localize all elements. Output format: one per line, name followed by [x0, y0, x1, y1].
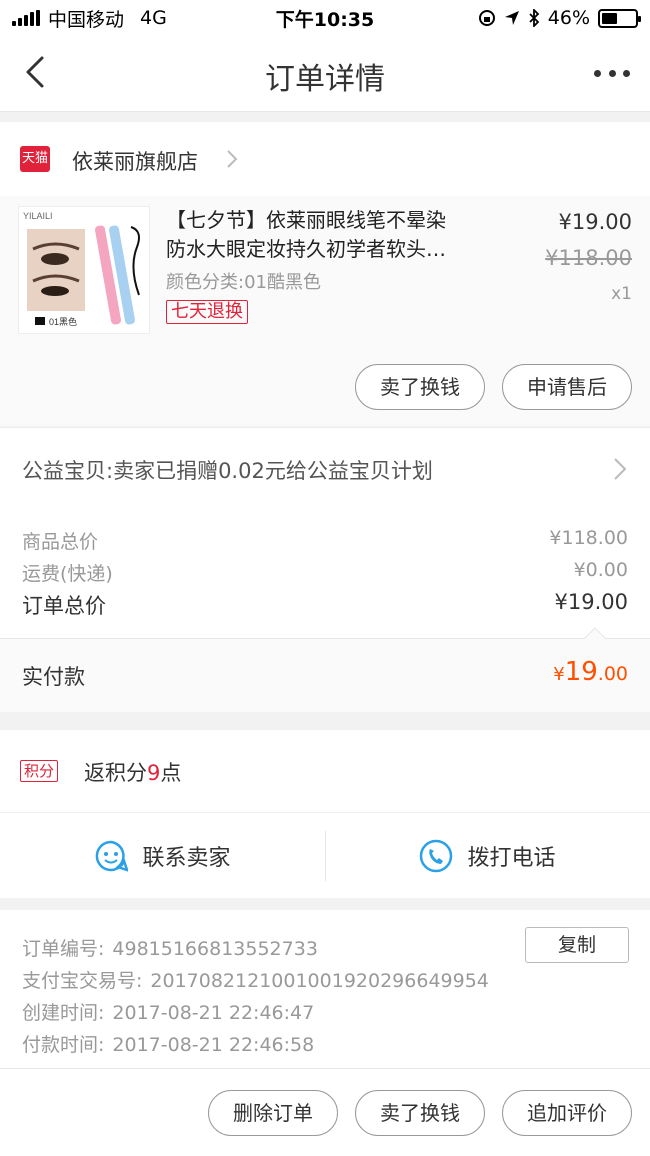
order-total-row: 订单总价 ¥19.00	[22, 590, 628, 620]
product-title-line-2: 防水大眼定妆持久初学者软头…	[166, 237, 446, 261]
shipping-value: ¥0.00	[573, 559, 628, 581]
status-bar: 中国移动 4G 下午10:35 46%	[0, 0, 650, 36]
paid-time: 2017-08-21 22:46:58	[112, 1034, 315, 1056]
shipping-row: 运费(快递) ¥0.00	[22, 559, 628, 586]
points-value: 9	[147, 761, 161, 785]
alipay-trade-number: 2017082121001001920296649954	[150, 970, 489, 992]
actual-payment-amount: ¥19.00	[553, 657, 628, 687]
product-quantity: x1	[611, 284, 632, 304]
product-title-line-1: 【七夕节】依莱丽眼线笔不晕染	[166, 208, 446, 232]
battery-percent: 46%	[547, 7, 590, 29]
phone-icon	[420, 839, 453, 873]
product-price: ¥19.00	[558, 210, 632, 234]
shop-header[interactable]: 天猫 依莱丽旗舰店	[0, 122, 650, 196]
contact-seller-button[interactable]: 联系卖家	[0, 813, 325, 899]
points-badge: 积分	[20, 760, 59, 782]
points-prefix: 返积分	[84, 761, 147, 785]
points-row: 积分 返积分9点	[0, 730, 650, 812]
created-time-label: 创建时间:	[22, 1002, 105, 1024]
charity-row[interactable]: 公益宝贝:卖家已捐赠0.02元给公益宝贝计划	[0, 427, 650, 511]
created-time: 2017-08-21 22:46:47	[112, 1002, 315, 1024]
actual-payment-label: 实付款	[22, 665, 85, 689]
bottom-action-bar: 删除订单 卖了换钱 追加评价	[0, 1068, 650, 1156]
sell-for-cash-bottom-button[interactable]: 卖了换钱	[355, 1090, 485, 1136]
original-price: ¥118.00	[545, 246, 632, 270]
contact-bar: 联系卖家 拨打电话	[0, 812, 650, 898]
points-suffix: 点	[160, 761, 182, 785]
call-phone-label: 拨打电话	[467, 846, 556, 871]
bluetooth-icon	[529, 9, 540, 27]
sell-for-cash-button[interactable]: 卖了换钱	[355, 364, 485, 410]
order-number: 49815166813552733	[112, 938, 318, 960]
amount-decimal: .00	[597, 663, 628, 685]
contact-seller-label: 联系卖家	[142, 846, 231, 871]
order-number-label: 订单编号:	[22, 938, 105, 960]
charity-text: 公益宝贝:卖家已捐赠0.02元给公益宝贝计划	[22, 459, 433, 483]
caret-up-icon	[584, 627, 606, 639]
chevron-right-icon	[614, 458, 627, 480]
shop-name[interactable]: 依莱丽旗舰店	[72, 146, 198, 176]
more-dots-icon[interactable]	[594, 58, 630, 88]
product-thumbnail[interactable]: YILAILI 01黑色	[18, 206, 150, 334]
shipping-label: 运费(快递)	[22, 563, 113, 585]
copy-button[interactable]: 复制	[525, 927, 629, 963]
delete-order-button[interactable]: 删除订单	[208, 1090, 338, 1136]
apply-after-sale-button[interactable]: 申请售后	[502, 364, 632, 410]
paid-time-row: 付款时间: 2017-08-21 22:46:58	[22, 1030, 314, 1057]
location-arrow-icon	[504, 11, 519, 25]
navigation-bar: 订单详情	[0, 36, 650, 112]
rotation-lock-icon	[478, 10, 495, 26]
currency-symbol: ¥	[553, 664, 565, 685]
product-title[interactable]: 【七夕节】依莱丽眼线笔不晕染 防水大眼定妆持久初学者软头…	[166, 206, 511, 264]
add-review-button[interactable]: 追加评价	[502, 1090, 632, 1136]
call-phone-button[interactable]: 拨打电话	[325, 813, 650, 899]
order-total-value: ¥19.00	[554, 590, 628, 614]
actual-payment-row: 实付款 ¥19.00	[0, 627, 650, 712]
tmall-badge: 天猫	[20, 146, 50, 172]
return-policy-tag: 七天退换	[166, 300, 248, 324]
battery-icon	[598, 8, 641, 28]
page-title: 订单详情	[265, 62, 385, 97]
goods-total-label: 商品总价	[22, 531, 99, 553]
goods-total-row: 商品总价 ¥118.00	[22, 527, 628, 554]
thumb-brand: YILAILI	[23, 211, 53, 221]
price-summary: 商品总价 ¥118.00 运费(快递) ¥0.00 订单总价 ¥19.00	[0, 511, 650, 639]
alipay-trade-row: 支付宝交易号: 2017082121001001920296649954	[22, 966, 489, 993]
chevron-right-icon	[227, 150, 238, 168]
product-spec: 颜色分类:01酷黑色	[166, 272, 321, 293]
points-text: 返积分9点	[84, 757, 181, 787]
order-item[interactable]: YILAILI 01黑色 【七夕节】依莱丽眼线笔不晕染 防水大眼定妆持久初学者软…	[0, 196, 650, 426]
order-number-row: 订单编号: 49815166813552733	[22, 934, 318, 961]
paid-time-label: 付款时间:	[22, 1034, 105, 1056]
chat-bubble-icon	[96, 840, 129, 872]
order-total-label: 订单总价	[22, 594, 106, 618]
alipay-trade-label: 支付宝交易号:	[22, 970, 143, 992]
goods-total-value: ¥118.00	[549, 527, 628, 549]
created-time-row: 创建时间: 2017-08-21 22:46:47	[22, 998, 314, 1025]
amount-integer: 19	[564, 657, 598, 687]
thumb-caption: 01黑色	[49, 316, 77, 327]
